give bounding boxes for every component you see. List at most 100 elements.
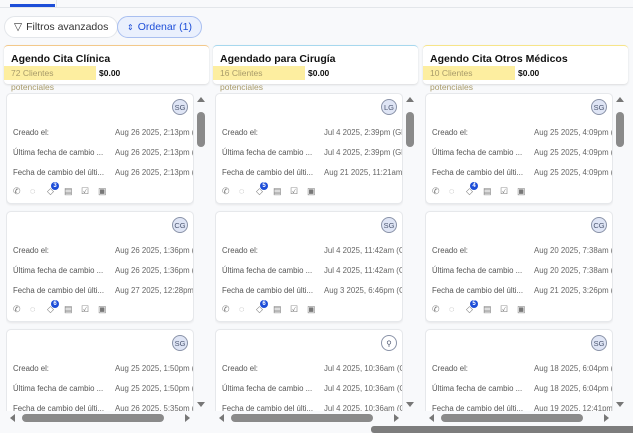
field-value: Jul 4 2025, 2:39pm (GM <box>324 128 403 137</box>
lead-card[interactable]: SG Creado el: Aug 26 2025, 2:13pm (Última… <box>6 93 194 204</box>
task-icon[interactable]: ☑ <box>81 187 90 196</box>
vertical-scrollbar[interactable] <box>615 97 625 407</box>
vertical-scrollbar[interactable] <box>196 97 206 407</box>
tag-count-badge: 5 <box>470 300 478 308</box>
vertical-scrollbar[interactable] <box>405 97 415 407</box>
field-value: Aug 26 2025, 2:13pm ( <box>115 128 194 137</box>
calendar-icon[interactable]: ▣ <box>517 187 526 196</box>
scroll-down-icon[interactable] <box>197 402 205 407</box>
tag-icon[interactable]: ◇ 3 <box>47 182 59 196</box>
scroll-up-icon[interactable] <box>616 97 624 102</box>
advanced-filters-button[interactable]: ▽ Filtros avanzados <box>4 16 119 38</box>
field-label: Fecha de cambio del últi... <box>13 404 105 411</box>
note-icon[interactable]: ▤ <box>273 187 282 196</box>
scroll-thumb[interactable] <box>441 414 583 422</box>
avatar[interactable]: SG <box>381 217 397 233</box>
tag-icon[interactable]: ◇ 5 <box>256 182 268 196</box>
avatar[interactable]: SG <box>172 99 188 115</box>
scroll-thumb[interactable] <box>616 112 624 147</box>
field-value: Aug 25 2025, 4:09pm ( <box>534 128 613 137</box>
lead-card[interactable]: ⚲ Creado el: Jul 4 2025, 10:36am (G Última… <box>215 329 403 411</box>
lead-card[interactable]: SG Creado el: Aug 18 2025, 6:04pm (Última… <box>425 329 613 411</box>
page-horizontal-scrollbar[interactable] <box>371 426 633 433</box>
scroll-right-icon[interactable] <box>394 414 399 422</box>
calendar-icon[interactable]: ▣ <box>307 187 316 196</box>
sort-button[interactable]: ⇕ Ordenar (1) <box>117 16 202 38</box>
note-icon[interactable]: ▤ <box>483 305 492 314</box>
lead-card[interactable]: SG Creado el: Jul 4 2025, 11:42am (G Últim… <box>215 211 403 322</box>
lead-card[interactable]: SG Creado el: Aug 25 2025, 1:50pm (Última… <box>6 329 194 411</box>
field-value: Aug 26 2025, 1:36pm ( <box>115 266 194 275</box>
scroll-up-icon[interactable] <box>197 97 205 102</box>
scroll-thumb[interactable] <box>406 112 414 147</box>
card-actions: ✆ ◌ ◇ 3 ▤ ☑ ▣ <box>13 182 107 196</box>
chat-icon[interactable]: ◌ <box>239 187 248 196</box>
avatar[interactable]: SG <box>591 335 607 351</box>
phone-icon[interactable]: ✆ <box>13 305 22 314</box>
task-icon[interactable]: ☑ <box>290 187 299 196</box>
phone-icon[interactable]: ✆ <box>432 305 441 314</box>
scroll-thumb[interactable] <box>197 112 205 147</box>
field-label: Última fecha de cambio ... <box>13 148 104 157</box>
calendar-icon[interactable]: ▣ <box>98 187 107 196</box>
note-icon[interactable]: ▤ <box>64 305 73 314</box>
chat-icon[interactable]: ◌ <box>30 305 39 314</box>
horizontal-scrollbar[interactable] <box>10 413 190 423</box>
scroll-thumb[interactable] <box>22 414 164 422</box>
lead-card[interactable]: LG Creado el: Jul 4 2025, 2:39pm (GM Últim… <box>215 93 403 204</box>
calendar-icon[interactable]: ▣ <box>98 305 107 314</box>
scroll-right-icon[interactable] <box>185 414 190 422</box>
chat-icon[interactable]: ◌ <box>449 305 458 314</box>
scroll-left-icon[interactable] <box>10 414 15 422</box>
horizontal-scrollbar[interactable] <box>429 413 609 423</box>
tag-icon[interactable]: ◇ 6 <box>256 300 268 314</box>
chat-icon[interactable]: ◌ <box>239 305 248 314</box>
scroll-right-icon[interactable] <box>604 414 609 422</box>
task-icon[interactable]: ☑ <box>500 187 509 196</box>
horizontal-scrollbar[interactable] <box>219 413 399 423</box>
avatar[interactable]: SG <box>591 99 607 115</box>
lead-count: 72 Clientes potenciales <box>4 66 96 92</box>
tag-icon[interactable]: ◇ 5 <box>466 300 478 314</box>
chat-icon[interactable]: ◌ <box>449 187 458 196</box>
avatar[interactable]: CG <box>172 217 188 233</box>
scroll-down-icon[interactable] <box>616 402 624 407</box>
avatar[interactable]: SG <box>172 335 188 351</box>
lead-card[interactable]: SG Creado el: Aug 25 2025, 4:09pm (Última… <box>425 93 613 204</box>
field-value: Jul 4 2025, 10:36am (G <box>324 384 403 393</box>
note-icon[interactable]: ▤ <box>273 305 282 314</box>
tag-icon[interactable]: ◇ 4 <box>466 182 478 196</box>
tag-icon[interactable]: ◇ 6 <box>47 300 59 314</box>
scroll-thumb[interactable] <box>231 414 373 422</box>
unassigned-user-icon[interactable]: ⚲ <box>381 335 397 351</box>
note-icon[interactable]: ▤ <box>483 187 492 196</box>
column-title: Agendado para Cirugía <box>220 53 336 65</box>
field-value: Aug 19 2025, 12:41pm <box>534 404 613 411</box>
phone-icon[interactable]: ✆ <box>222 305 231 314</box>
scroll-left-icon[interactable] <box>429 414 434 422</box>
calendar-icon[interactable]: ▣ <box>307 305 316 314</box>
field-label: Última fecha de cambio ... <box>222 266 313 275</box>
field-label: Fecha de cambio del últi... <box>432 404 524 411</box>
task-icon[interactable]: ☑ <box>500 305 509 314</box>
field-value: Aug 27 2025, 12:28pm <box>115 286 194 295</box>
lead-card[interactable]: CG Creado el: Aug 26 2025, 1:36pm (Última… <box>6 211 194 322</box>
phone-icon[interactable]: ✆ <box>222 187 231 196</box>
scroll-down-icon[interactable] <box>406 402 414 407</box>
phone-icon[interactable]: ✆ <box>13 187 22 196</box>
avatar[interactable]: LG <box>381 99 397 115</box>
lead-card[interactable]: CG Creado el: Aug 20 2025, 7:38am (Última… <box>425 211 613 322</box>
task-icon[interactable]: ☑ <box>81 305 90 314</box>
field-label: Fecha de cambio del últi... <box>432 168 524 177</box>
calendar-icon[interactable]: ▣ <box>517 305 526 314</box>
scroll-up-icon[interactable] <box>406 97 414 102</box>
field-label: Fecha de cambio del últi... <box>222 168 314 177</box>
task-icon[interactable]: ☑ <box>290 305 299 314</box>
chat-icon[interactable]: ◌ <box>30 187 39 196</box>
note-icon[interactable]: ▤ <box>64 187 73 196</box>
field-value: Aug 3 2025, 6:46pm (G <box>324 286 403 295</box>
scroll-left-icon[interactable] <box>219 414 224 422</box>
avatar[interactable]: CG <box>591 217 607 233</box>
column-header: Agendado para Cirugía 16 Clientes potenc… <box>213 45 418 92</box>
phone-icon[interactable]: ✆ <box>432 187 441 196</box>
